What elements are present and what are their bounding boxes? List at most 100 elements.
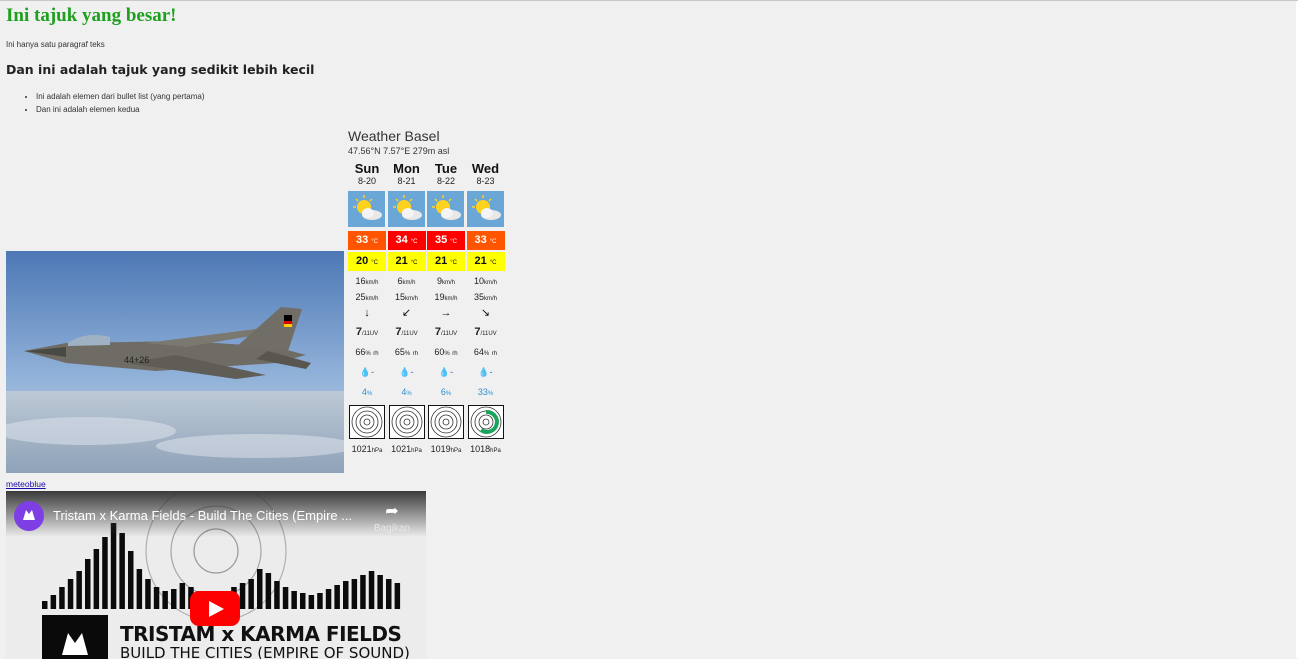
humidity: 65% rh [394, 347, 419, 357]
equalizer-bar [179, 583, 186, 609]
partly-cloudy-icon [427, 191, 464, 227]
page-heading: Ini tajuk yang besar! [6, 5, 177, 26]
equalizer-bar [102, 537, 108, 609]
precipitation: 💧- [359, 367, 375, 377]
equalizer-bar [325, 589, 332, 609]
wind-gust: 15km/h [394, 292, 419, 302]
equalizer-bar [239, 583, 246, 609]
day-date: 8-21 [397, 176, 416, 186]
raindrop-icon: 💧 [359, 367, 372, 377]
equalizer-bar [257, 569, 263, 609]
uv-index: 7/11UV [355, 326, 379, 338]
svg-text:44+26: 44+26 [124, 355, 149, 365]
bullet-item: Ini adalah elemen dari bullet list (yang… [36, 90, 205, 103]
precipitation: 💧- [399, 367, 414, 377]
radar-target-icon [467, 405, 504, 439]
day-date: 8-23 [476, 176, 495, 186]
wind-speed: 6km/h [397, 276, 416, 286]
equalizer-bar [128, 551, 134, 609]
share-button[interactable]: ➦ Bagikan [368, 501, 416, 534]
pressure: 1021hPa [391, 444, 422, 454]
day-name: Mon [393, 161, 420, 176]
bullet-item: Dan ini adalah elemen kedua [36, 103, 205, 116]
uv-index: 7/11UV [434, 326, 458, 338]
equalizer-bar [334, 585, 340, 609]
jet-photo: 44+26 [6, 251, 344, 473]
forecast-day-sun: Sun 8-20 33 °C 20 °C 16km/h 25km/h ↓ 7/11UV 66% … [348, 161, 386, 454]
channel-avatar[interactable] [14, 501, 44, 531]
equalizer-bar [162, 591, 168, 609]
raindrop-icon: 💧 [438, 367, 451, 377]
uv-index: 7/11UV [474, 326, 497, 338]
equalizer-bar [153, 587, 160, 609]
pressure: 1021hPa [351, 444, 383, 454]
temp-min: 21 °C [427, 252, 465, 271]
equalizer-bar [351, 579, 358, 609]
equalizer-bar [368, 571, 375, 609]
day-date: 8-22 [436, 176, 455, 186]
raindrop-icon: 💧 [399, 367, 411, 377]
temp-max: 33 °C [348, 231, 386, 250]
equalizer-bar [317, 593, 323, 609]
uv-index: 7/11UV [395, 326, 418, 338]
equalizer-bar [59, 587, 65, 609]
equalizer-bar [42, 601, 48, 609]
equalizer-bar [274, 581, 280, 609]
equalizer-bar [308, 595, 315, 609]
precipitation: 💧- [478, 367, 493, 377]
wind-direction-icon: ↙ [401, 307, 412, 319]
weather-widget: Weather Basel 47.56°N 7.57°E 279m asl Su… [348, 128, 510, 454]
wind-gust: 35km/h [473, 292, 498, 302]
pressure: 1019hPa [430, 444, 462, 454]
wind-direction-icon: ↓ [364, 307, 370, 319]
wind-direction-icon: → [440, 307, 452, 319]
partly-cloudy-icon [387, 191, 425, 227]
day-name: Sun [354, 161, 380, 176]
equalizer-bar [265, 573, 272, 609]
day-name: Wed [471, 161, 500, 176]
equalizer-bar [136, 569, 143, 609]
equalizer-bar [93, 549, 100, 609]
meteoblue-link[interactable]: meteoblue [6, 479, 46, 489]
equalizer-bar [248, 579, 254, 609]
temp-max: 33 °C [466, 231, 505, 250]
wind-speed: 9km/h [436, 276, 456, 286]
day-date: 8-20 [357, 176, 376, 186]
forecast-day-wed: Wed 8-23 33 °C 21 °C 10km/h 35km/h ↘ 7/11UV 64% … [466, 161, 505, 454]
bullet-list: Ini adalah elemen dari bullet list (yang… [6, 90, 205, 116]
equalizer-bar [67, 579, 74, 609]
equalizer-bar [360, 575, 366, 609]
equalizer-bar [394, 583, 401, 609]
precip-probability: 33% [477, 387, 494, 397]
radar-target-icon [388, 405, 425, 439]
equalizer-bar [119, 533, 125, 609]
share-label: Bagikan [373, 523, 411, 534]
wind-speed: 16km/h [355, 276, 379, 286]
play-button[interactable] [190, 591, 240, 626]
precip-probability: 4% [401, 387, 412, 397]
equalizer-bar [343, 581, 349, 609]
temp-min: 20 °C [348, 252, 386, 271]
humidity: 66% rh [355, 347, 379, 357]
wind-speed: 10km/h [473, 276, 498, 286]
temp-min: 21 °C [466, 252, 505, 271]
precip-probability: 4% [361, 387, 373, 397]
precipitation: 💧- [438, 367, 454, 377]
day-name: Tue [434, 161, 458, 176]
equalizer-bar [386, 579, 392, 609]
temp-max: 35 °C [427, 231, 465, 250]
wind-gust: 25km/h [355, 292, 379, 302]
youtube-embed[interactable]: Tristam x Karma Fields - Build The Citie… [6, 491, 426, 659]
video-title[interactable]: Tristam x Karma Fields - Build The Citie… [53, 508, 352, 523]
share-icon: ➦ [385, 503, 399, 520]
sub-heading: Dan ini adalah tajuk yang sedikit lebih … [6, 62, 315, 77]
weather-coords: 47.56°N 7.57°E 279m asl [348, 146, 450, 156]
weather-title: Weather Basel [348, 128, 440, 144]
radar-target-icon [349, 405, 385, 439]
equalizer-bar [291, 591, 297, 609]
equalizer-bar [85, 559, 91, 609]
equalizer-bar [282, 587, 289, 609]
temp-max: 34 °C [387, 231, 426, 250]
equalizer-bar [50, 595, 57, 609]
wind-direction-icon: ↘ [480, 307, 491, 319]
